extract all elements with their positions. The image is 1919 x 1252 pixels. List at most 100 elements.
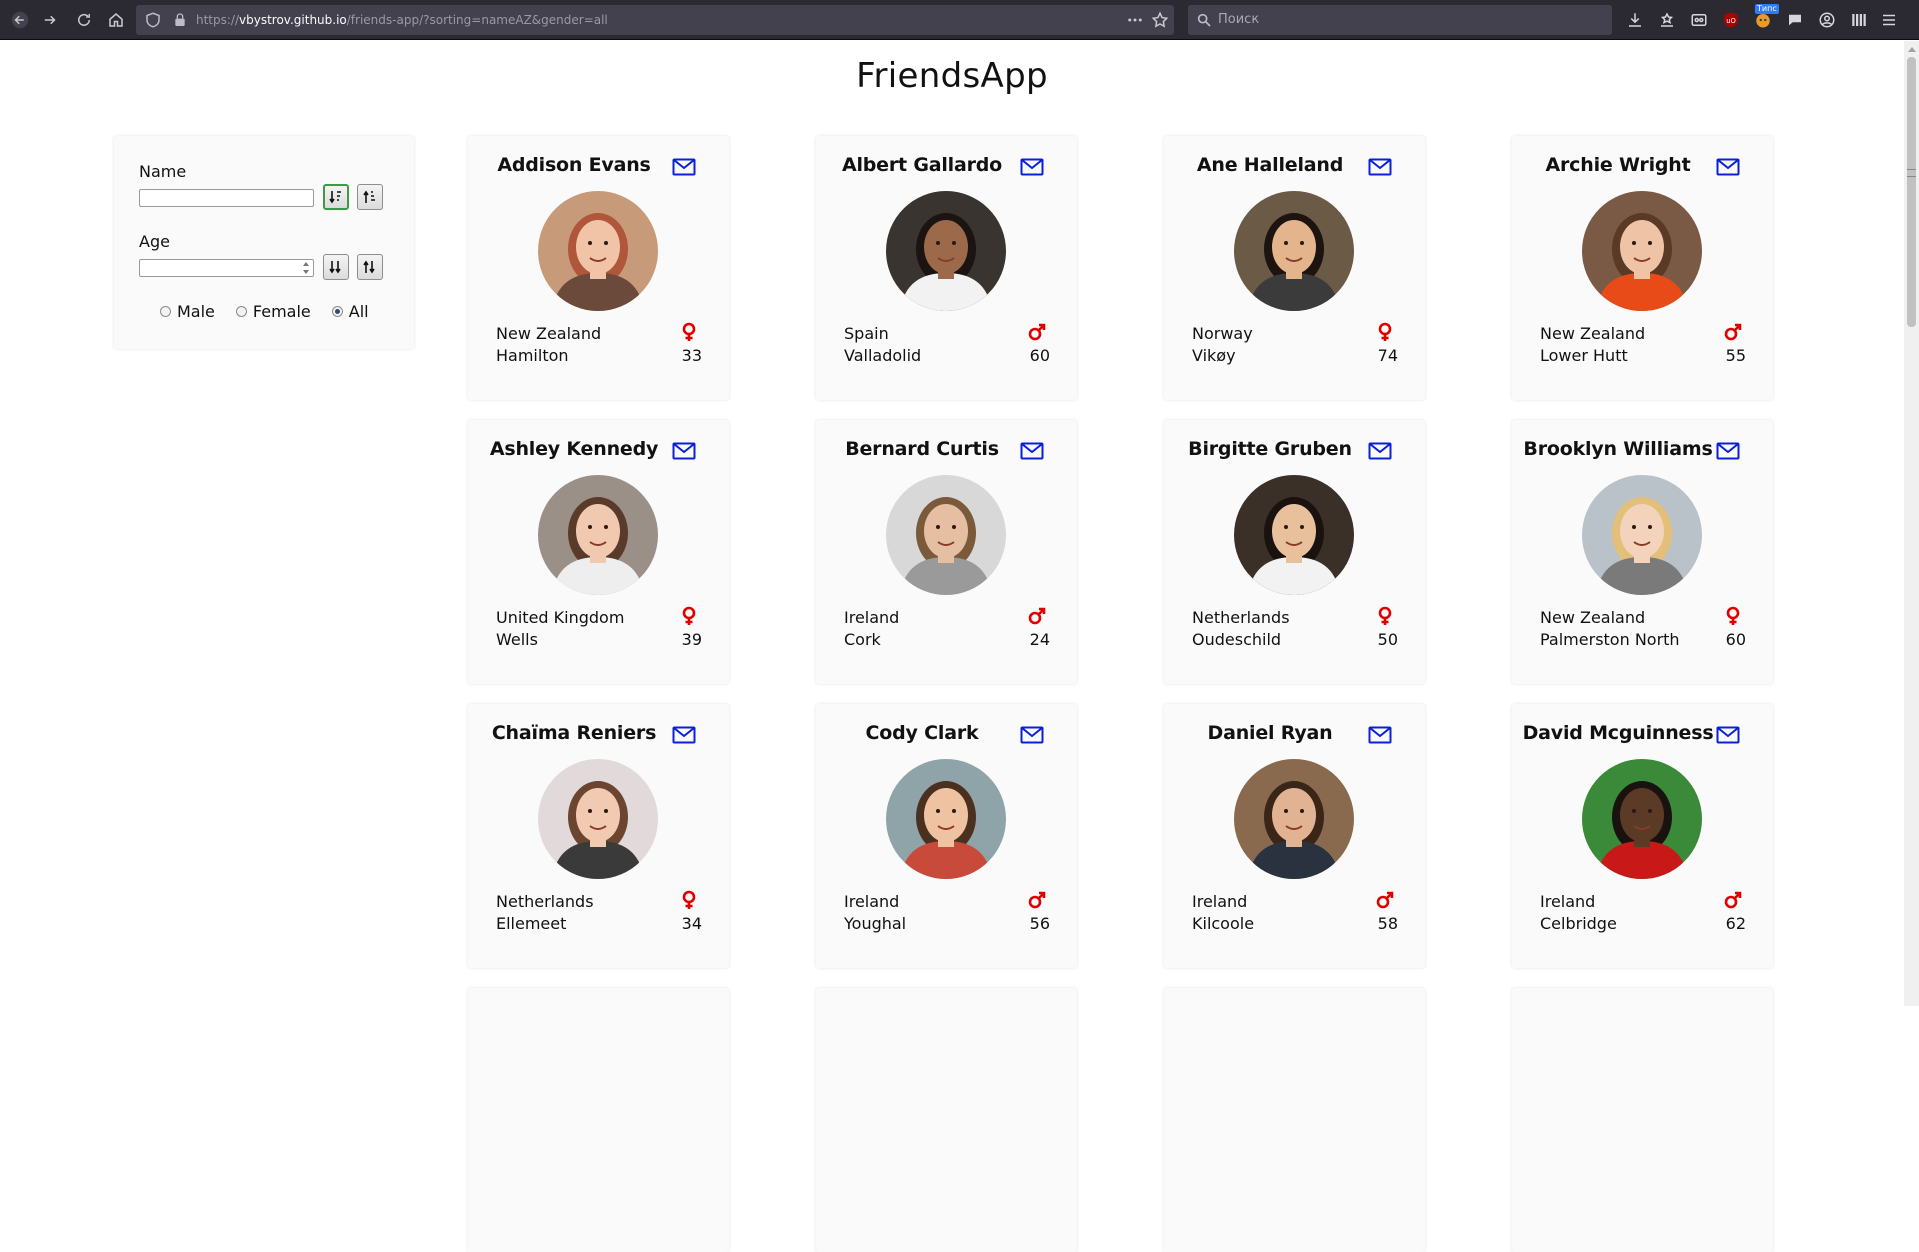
female-icon xyxy=(680,890,698,910)
friend-city: Palmerston North xyxy=(1540,630,1680,649)
friend-name: Addison Evans xyxy=(497,154,651,176)
friend-age: 50 xyxy=(1377,630,1398,649)
radio-dot-male[interactable] xyxy=(160,306,171,317)
friend-country: New Zealand xyxy=(496,324,602,343)
gender-radio-female[interactable]: Female xyxy=(235,302,311,321)
friend-country: Norway xyxy=(1192,324,1253,343)
scrollbar-thumb[interactable] xyxy=(1907,57,1916,327)
friend-age: 56 xyxy=(1029,914,1050,933)
mail-icon[interactable] xyxy=(1716,158,1740,176)
friend-city: Wells xyxy=(496,630,538,649)
friend-age: 39 xyxy=(681,630,702,649)
gender-radio-all[interactable]: All xyxy=(331,302,369,321)
search-bar[interactable]: Поиск xyxy=(1188,5,1612,35)
menu-icon[interactable] xyxy=(1878,9,1900,31)
age-filter-input[interactable] xyxy=(139,259,314,277)
home-icon[interactable] xyxy=(104,8,128,32)
friend-card: Ane Halleland Norway Vikøy 74 xyxy=(1164,136,1425,400)
lock-icon[interactable] xyxy=(172,12,188,28)
friend-country: Netherlands xyxy=(1192,608,1290,627)
friend-city: Ellemeet xyxy=(496,914,567,933)
scrollbar-grip xyxy=(1907,169,1916,177)
sort-down-icon xyxy=(329,191,341,204)
friend-age: 60 xyxy=(1029,346,1050,365)
url-text[interactable]: https://vbystrov.github.io/friends-app/?… xyxy=(196,5,608,35)
friend-name: Albert Gallardo xyxy=(841,154,1003,176)
avatar xyxy=(886,759,1006,879)
male-icon xyxy=(1028,606,1046,626)
reader-view-icon[interactable] xyxy=(1688,9,1710,31)
address-bar[interactable]: https://vbystrov.github.io/friends-app/?… xyxy=(136,5,1174,35)
mail-icon[interactable] xyxy=(1368,442,1392,460)
back-icon[interactable] xyxy=(8,8,32,32)
number-spinner-icon[interactable] xyxy=(301,261,311,275)
radio-label: Female xyxy=(252,302,311,321)
friend-city: Oudeschild xyxy=(1192,630,1282,649)
name-filter-input[interactable] xyxy=(139,189,314,207)
friend-card: Brooklyn Williams New Zealand Palmerston N… xyxy=(1512,420,1773,684)
more-actions-icon[interactable] xyxy=(1126,11,1144,29)
url-host: vbystrov.github.io xyxy=(239,13,347,27)
sort-age-desc-button[interactable] xyxy=(357,254,383,280)
mail-icon[interactable] xyxy=(1020,158,1044,176)
mail-icon[interactable] xyxy=(1716,726,1740,744)
avatar xyxy=(1234,475,1354,595)
mail-icon[interactable] xyxy=(1368,726,1392,744)
sidebar-library-icon[interactable] xyxy=(1848,9,1870,31)
mail-icon[interactable] xyxy=(672,158,696,176)
mail-icon[interactable] xyxy=(1020,726,1044,744)
female-icon xyxy=(1376,606,1394,626)
friend-name: Ashley Kennedy xyxy=(489,438,659,460)
download-icon[interactable] xyxy=(1624,9,1646,31)
friend-name: Daniel Ryan xyxy=(1207,722,1333,744)
scroll-up-arrow-icon[interactable] xyxy=(1908,47,1916,52)
gender-radio-male[interactable]: Male xyxy=(160,302,215,321)
mail-icon[interactable] xyxy=(672,726,696,744)
male-icon xyxy=(1376,890,1394,910)
mail-icon[interactable] xyxy=(1020,442,1044,460)
friend-card: Albert Gallardo Spain Valladolid 60 xyxy=(816,136,1077,400)
female-icon xyxy=(680,322,698,342)
friend-card: Birgitte Gruben Netherlands Oudeschild 50 xyxy=(1164,420,1425,684)
mail-icon[interactable] xyxy=(672,442,696,460)
search-placeholder: Поиск xyxy=(1218,12,1260,27)
friend-card: David Mcguinness Ireland Celbridge 62 xyxy=(1512,704,1773,968)
browser-toolbar: https://vbystrov.github.io/friends-app/?… xyxy=(0,0,1919,40)
sort-up-icon xyxy=(363,260,375,274)
forward-icon[interactable] xyxy=(38,8,62,32)
radio-dot-female[interactable] xyxy=(235,306,247,317)
male-icon xyxy=(1724,322,1742,342)
sort-name-za-button[interactable] xyxy=(357,184,383,210)
avatar xyxy=(1582,475,1702,595)
account-icon[interactable] xyxy=(1816,9,1838,31)
sort-age-asc-button[interactable] xyxy=(323,254,349,280)
page-scrollbar[interactable] xyxy=(1904,41,1919,1006)
filter-panel: Name Age Male Female All xyxy=(114,136,414,349)
avatar xyxy=(886,475,1006,595)
friend-card-partial xyxy=(1512,988,1773,1252)
radio-dot-all[interactable] xyxy=(331,306,343,317)
friend-country: Netherlands xyxy=(496,892,594,911)
radio-label: Male xyxy=(177,302,215,321)
friend-city: Hamilton xyxy=(496,346,569,365)
gender-filter: Male Female All xyxy=(160,302,390,321)
friend-card: Chaïma Reniers Netherlands Ellemeet 34 xyxy=(468,704,729,968)
shield-icon[interactable] xyxy=(144,11,162,29)
library-icon[interactable] xyxy=(1656,9,1678,31)
friend-city: Cork xyxy=(844,630,881,649)
chat-icon[interactable] xyxy=(1784,9,1806,31)
sort-name-az-button[interactable] xyxy=(323,184,349,210)
avatar xyxy=(1582,759,1702,879)
female-icon xyxy=(680,606,698,626)
bookmark-star-icon[interactable] xyxy=(1151,11,1169,29)
mail-icon[interactable] xyxy=(1716,442,1740,460)
sort-up-icon xyxy=(363,190,375,203)
search-icon xyxy=(1197,13,1211,27)
ublock-icon[interactable]: uO xyxy=(1720,9,1742,31)
reload-icon[interactable] xyxy=(72,8,96,32)
mail-icon[interactable] xyxy=(1368,158,1392,176)
friend-card: Cody Clark Ireland Youghal 56 xyxy=(816,704,1077,968)
friend-name: Cody Clark xyxy=(865,722,979,744)
female-icon xyxy=(1376,322,1394,342)
male-icon xyxy=(1028,890,1046,910)
